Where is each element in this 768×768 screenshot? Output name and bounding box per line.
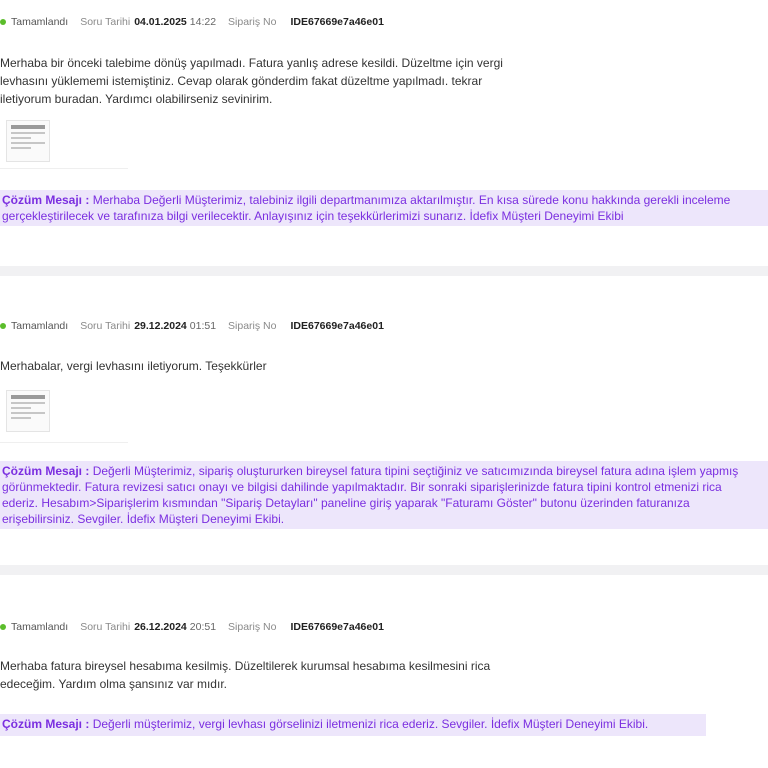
solution-line: erişebilirsiniz. Sevgiler. İdefix Müşter… [2,512,285,526]
order-number[interactable]: IDE67669e7a46e01 [290,320,383,332]
question-meta: Tamamlandı Soru Tarihi 29.12.2024 01:51 … [0,319,384,333]
question-date: 26.12.2024 [134,621,187,633]
order-number[interactable]: IDE67669e7a46e01 [290,16,383,28]
date-label: Soru Tarihi [80,16,131,28]
question-time: 14:22 [189,16,217,28]
solution-line: Değerli müşterimiz, vergi levhası görsel… [92,717,649,731]
message-line: levhasını yüklememi istemiştiniz. Cevap … [0,74,483,88]
solution-line: ederiz. Hesabım>Siparişlerim kısmından "… [2,496,690,510]
question-message: Merhaba bir önceki talebime dönüş yapılm… [0,54,503,108]
status-text: Tamamlandı [11,621,69,633]
solution-line: gerçekleştirilecek ve tarafınıza bilgi v… [2,209,624,223]
question-card: Tamamlandı Soru Tarihi 26.12.2024 20:51 … [0,575,768,768]
message-line: Merhaba bir önceki talebime dönüş yapılm… [0,56,503,70]
date-label: Soru Tarihi [80,621,131,633]
attachment-thumbnail[interactable] [6,120,50,162]
message-line: iletiyorum buradan. Yardımcı olabilirsen… [0,92,273,106]
solution-message: Çözüm Mesajı : Değerli müşterimiz, vergi… [0,714,706,736]
question-date: 29.12.2024 [134,320,187,332]
status-dot-icon [0,323,6,329]
question-time: 20:51 [189,621,217,633]
card-separator [0,565,768,575]
message-line: Merhabalar, vergi levhasını iletiyorum. … [0,359,267,373]
solution-message: Çözüm Mesajı : Değerli Müşterimiz, sipar… [0,461,768,529]
question-message: Merhabalar, vergi levhasını iletiyorum. … [0,357,267,375]
solution-line: Merhaba Değerli Müşterimiz, talebiniz il… [92,193,731,207]
order-label: Sipariş No [228,16,277,28]
status-text: Tamamlandı [11,16,69,28]
status-dot-icon [0,624,6,630]
order-label: Sipariş No [228,621,277,633]
attachment-thumbnail[interactable] [6,390,50,432]
status-dot-icon [0,19,6,25]
question-card: Tamamlandı Soru Tarihi 29.12.2024 01:51 … [0,276,768,565]
message-line: Merhaba fatura bireysel hesabıma kesilmi… [0,659,491,673]
question-meta: Tamamlandı Soru Tarihi 26.12.2024 20:51 … [0,620,384,634]
solution-message: Çözüm Mesajı : Merhaba Değerli Müşterimi… [0,190,768,226]
solution-label: Çözüm Mesajı : [2,193,90,207]
solution-line: Değerli Müşterimiz, sipariş oluştururken… [92,464,739,478]
order-label: Sipariş No [228,320,277,332]
solution-line: görünmektedir. Fatura revizesi satıcı on… [2,480,722,494]
status-text: Tamamlandı [11,320,69,332]
message-line: edeceğim. Yardım olma şansınız var mıdır… [0,677,227,691]
solution-label: Çözüm Mesajı : [2,464,90,478]
question-time: 01:51 [189,320,217,332]
question-meta: Tamamlandı Soru Tarihi 04.01.2025 14:22 … [0,15,384,29]
solution-label: Çözüm Mesajı : [2,717,90,731]
order-number[interactable]: IDE67669e7a46e01 [290,621,383,633]
question-card: Tamamlandı Soru Tarihi 04.01.2025 14:22 … [0,0,768,266]
card-separator [0,266,768,276]
date-label: Soru Tarihi [80,320,131,332]
question-date: 04.01.2025 [134,16,187,28]
question-message: Merhaba fatura bireysel hesabıma kesilmi… [0,657,490,693]
